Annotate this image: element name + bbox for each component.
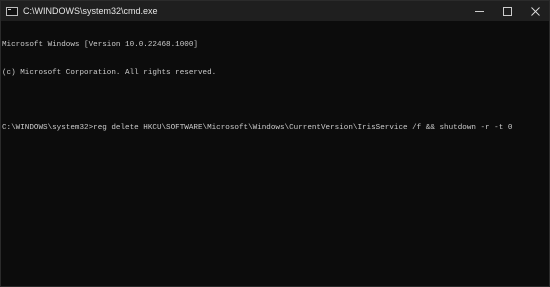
minimize-button[interactable]	[465, 1, 493, 21]
console-output[interactable]: Microsoft Windows [Version 10.0.22468.10…	[2, 23, 538, 285]
console-line-version: Microsoft Windows [Version 10.0.22468.10…	[2, 41, 198, 50]
maximize-icon	[502, 6, 512, 16]
cmd-window: C:\WINDOWS\system32\cmd.exe Microsoft Wi…	[0, 0, 550, 287]
minimize-icon	[474, 10, 484, 12]
close-icon	[530, 6, 540, 16]
cmd-app-icon[interactable]	[6, 6, 18, 16]
close-button[interactable]	[521, 1, 549, 21]
window-title: C:\WINDOWS\system32\cmd.exe	[23, 6, 158, 16]
title-bar[interactable]: C:\WINDOWS\system32\cmd.exe	[1, 1, 549, 21]
window-controls	[465, 1, 549, 21]
console-line-command: C:\WINDOWS\system32>reg delete HKCU\SOFT…	[2, 124, 513, 133]
maximize-button[interactable]	[493, 1, 521, 21]
vertical-scrollbar[interactable]	[539, 22, 548, 286]
console-line-copyright: (c) Microsoft Corporation. All rights re…	[2, 69, 217, 77]
